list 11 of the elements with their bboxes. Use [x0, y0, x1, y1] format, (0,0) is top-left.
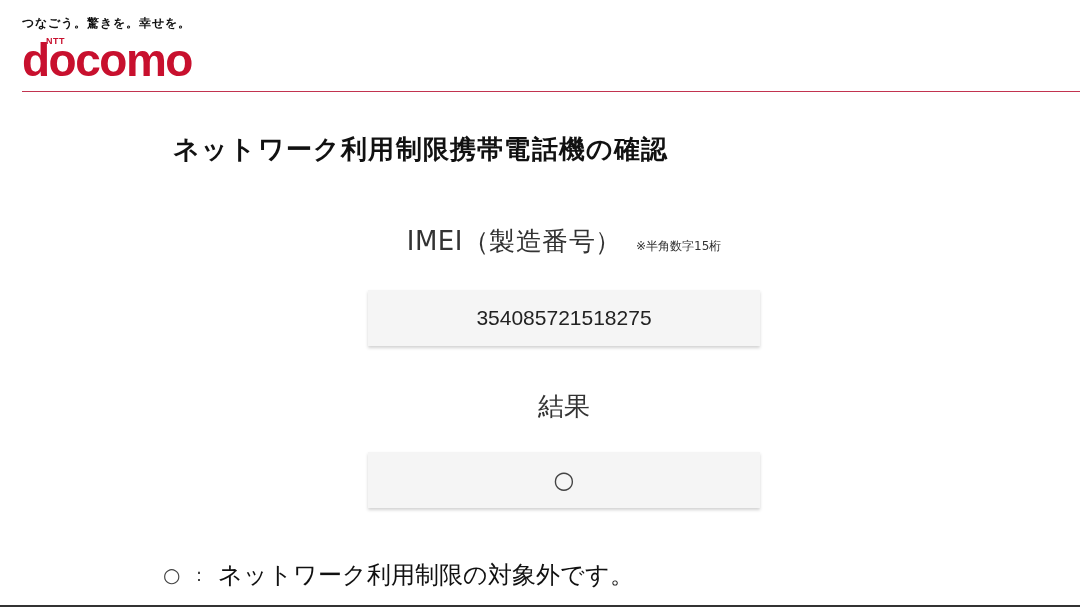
field-label: IMEI（製造番号）	[406, 225, 622, 258]
legend-description: ネットワーク利用制限の対象外です。	[218, 560, 635, 590]
logo-small-text: NTT	[46, 37, 65, 45]
imei-field[interactable]: 354085721518275	[368, 290, 760, 346]
page-title: ネットワーク利用制限携帯電話機の確認	[173, 133, 669, 165]
field-label: 結果	[538, 390, 590, 423]
result-field: ○	[368, 452, 760, 508]
legend-separator: ：	[190, 563, 209, 587]
tagline-text: つなごう。驚きを。幸せを。	[22, 16, 191, 31]
field-note: ※半角数字15桁	[635, 238, 722, 255]
legend-symbol: ○	[163, 562, 181, 589]
